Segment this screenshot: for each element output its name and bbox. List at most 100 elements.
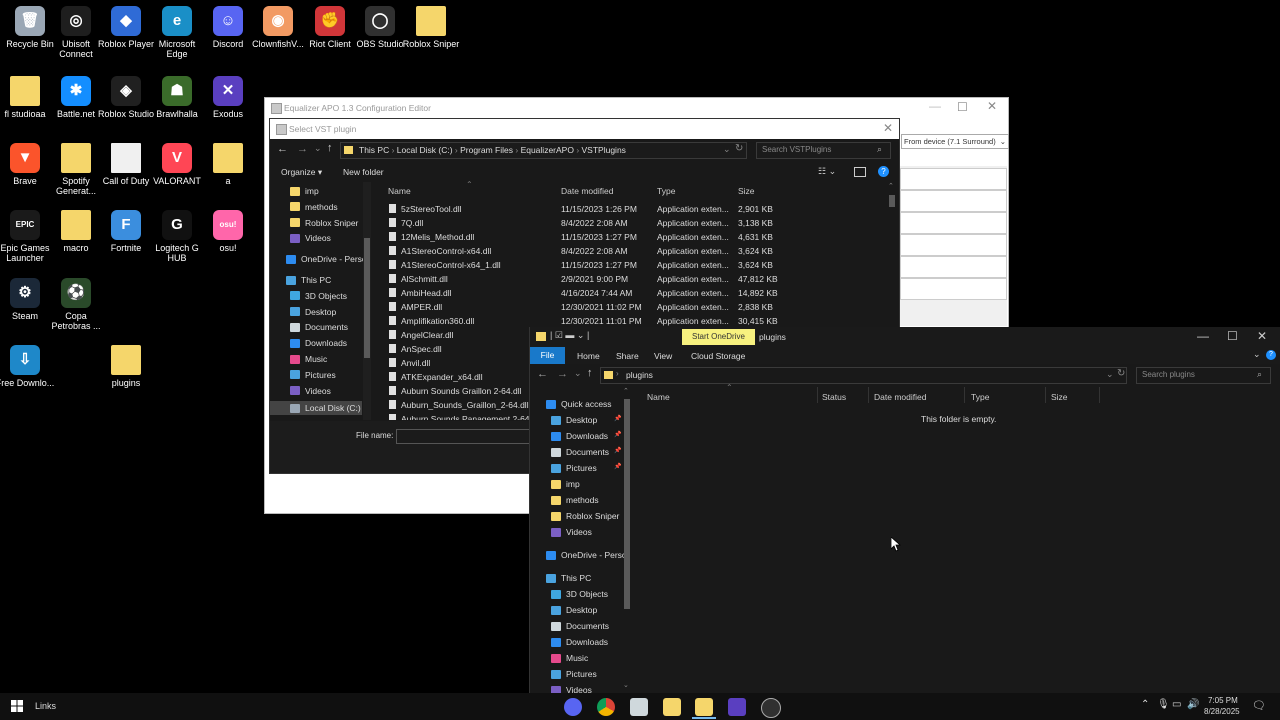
vst-close-button[interactable]: ✕ <box>883 121 893 135</box>
nav-item[interactable]: Downloads <box>551 637 608 647</box>
vst-tree-scrollbar[interactable] <box>363 182 371 420</box>
eq-filter-slot[interactable] <box>900 278 1007 300</box>
windows-start-icon[interactable] <box>11 700 23 715</box>
eq-filter-slot[interactable] <box>900 168 1007 190</box>
nav-item[interactable]: Roblox Sniper <box>551 511 619 521</box>
tree-item[interactable]: Videos <box>290 386 331 396</box>
refresh-icon[interactable]: ↻ <box>1117 368 1125 379</box>
up-arrow-icon[interactable]: ↑ <box>587 367 593 379</box>
scroll-up-icon[interactable]: ⌃ <box>623 387 629 395</box>
column-header-name[interactable]: Name <box>647 392 670 402</box>
quick-access-toolbar[interactable]: | ☑ ▬ ⌄ | <box>550 330 589 341</box>
scrollbar-thumb[interactable] <box>889 195 895 207</box>
recent-chevron-icon[interactable]: ⌄ <box>314 143 322 154</box>
desktop-icon[interactable]: ⚽ Copa Petrobras ... <box>46 272 106 331</box>
tree-item[interactable]: Documents <box>290 322 348 332</box>
column-header-type[interactable]: Type <box>971 392 989 402</box>
forward-arrow-icon[interactable]: → <box>557 368 568 380</box>
file-row[interactable]: A1StereoControl-x64_1.dll 11/15/2023 1:27… <box>380 258 885 272</box>
network-icon[interactable]: ▭ <box>1172 699 1181 710</box>
breadcrumb-item[interactable]: EqualizerAPO <box>521 145 574 155</box>
file-explorer-taskbar-icon[interactable] <box>663 698 681 716</box>
start-onedrive-button[interactable]: Start OneDrive <box>682 329 755 345</box>
recent-chevron-icon[interactable]: ⌄ <box>574 368 582 379</box>
volume-icon[interactable]: 🔊 <box>1187 699 1199 710</box>
file-name-input[interactable] <box>396 429 538 444</box>
obs-taskbar-icon[interactable] <box>761 698 781 718</box>
expand-ribbon-icon[interactable]: ⌄ <box>1253 349 1261 360</box>
nav-item[interactable]: Desktop <box>551 605 597 615</box>
desktop-icon[interactable]: ✕ Exodus <box>198 70 258 119</box>
explorer-nav-scrollbar[interactable]: ⌃ ⌄ <box>623 387 631 693</box>
discord-taskbar-icon[interactable] <box>564 698 582 716</box>
up-arrow-icon[interactable]: ↑ <box>327 142 333 154</box>
breadcrumb-separator[interactable]: › <box>574 145 582 155</box>
view-options-icon[interactable]: ☷ ⌄ <box>818 166 836 177</box>
tree-item[interactable]: Music <box>290 354 327 364</box>
nav-item[interactable]: Videos <box>551 527 592 537</box>
ribbon-tab-share[interactable]: Share <box>616 351 639 361</box>
scroll-up-icon[interactable]: ⌃ <box>888 182 894 190</box>
back-arrow-icon[interactable]: ← <box>537 368 548 380</box>
explorer-address-bar[interactable]: › plugins ⌄ ↻ <box>600 367 1127 384</box>
eq-maximize-button[interactable]: ☐ <box>957 100 968 114</box>
organize-button[interactable]: Organize ▾ <box>281 167 322 178</box>
chrome-taskbar-icon[interactable] <box>597 698 615 716</box>
refresh-icon[interactable]: ↻ <box>735 143 743 154</box>
chevron-down-icon[interactable]: ⌄ <box>723 144 731 155</box>
eq-filter-slot[interactable] <box>900 190 1007 212</box>
desktop-icon[interactable]: plugins <box>96 339 156 388</box>
ribbon-tab-file[interactable]: File <box>530 347 565 364</box>
eq-filter-slot[interactable] <box>900 256 1007 278</box>
ribbon-tab-view[interactable]: View <box>654 351 672 361</box>
tree-item[interactable]: imp <box>290 186 319 196</box>
explorer-minimize-button[interactable]: — <box>1197 329 1209 343</box>
column-header-size[interactable]: Size <box>738 186 755 196</box>
nav-item[interactable]: Downloads 📌 <box>551 431 621 441</box>
eq-device-dropdown[interactable]: From device (7.1 Surround) ⌄ <box>901 134 1009 149</box>
notepad-taskbar-icon[interactable] <box>630 698 648 716</box>
exodus-taskbar-icon[interactable] <box>728 698 746 716</box>
column-header-date-modified[interactable]: Date modified <box>874 392 926 402</box>
nav-item[interactable]: Desktop 📌 <box>551 415 621 425</box>
nav-item[interactable]: Pictures <box>551 669 597 679</box>
breadcrumb-separator[interactable]: › <box>513 145 521 155</box>
vst-address-bar[interactable]: This PC › Local Disk (C:) › Program File… <box>340 142 747 159</box>
file-row[interactable]: A1StereoControl-x64.dll 8/4/2022 2:08 AM A… <box>380 244 885 258</box>
tree-item[interactable]: Pictures <box>290 370 336 380</box>
eq-filter-slot[interactable] <box>900 234 1007 256</box>
vst-search-input[interactable]: Search VSTPlugins <box>762 145 831 154</box>
tree-item[interactable]: OneDrive - Persor <box>286 254 370 264</box>
tree-item[interactable]: methods <box>290 202 338 212</box>
explorer-close-button[interactable]: ✕ <box>1257 329 1267 343</box>
vst-list-scrollbar[interactable]: ⌃ <box>887 182 897 332</box>
file-row[interactable]: AmbiHead.dll 4/16/2024 7:44 AM Application… <box>380 286 885 300</box>
scrollbar-thumb[interactable] <box>364 238 370 358</box>
show-hidden-icons-chevron[interactable]: ⌃ <box>1141 699 1149 710</box>
file-row[interactable]: 5zStereoTool.dll 11/15/2023 1:26 PM Applic… <box>380 202 885 216</box>
desktop-icon[interactable]: osu! osu! <box>198 204 258 253</box>
help-icon[interactable]: ? <box>1266 350 1276 360</box>
desktop-icon[interactable]: a <box>198 137 258 186</box>
nav-item[interactable]: Documents 📌 <box>551 447 621 457</box>
nav-item[interactable]: This PC <box>546 573 591 583</box>
column-header-size[interactable]: Size <box>1051 392 1068 402</box>
file-row[interactable]: 12Melis_Method.dll 11/15/2023 1:27 PM Appl… <box>380 230 885 244</box>
breadcrumb-item[interactable]: Program Files <box>460 145 513 155</box>
breadcrumb-item[interactable]: This PC <box>359 145 389 155</box>
file-row[interactable]: AMPER.dll 12/30/2021 11:02 PM Application … <box>380 300 885 314</box>
ribbon-tab-home[interactable]: Home <box>577 351 600 361</box>
column-header-type[interactable]: Type <box>657 186 675 196</box>
file-row[interactable]: 7Q.dll 8/4/2022 2:08 AM Application exten.… <box>380 216 885 230</box>
clock-time[interactable]: 7:05 PM <box>1208 696 1238 705</box>
back-arrow-icon[interactable]: ← <box>277 143 288 155</box>
breadcrumb-item[interactable]: VSTPlugins <box>582 145 626 155</box>
file-row[interactable]: AlSchmitt.dll 2/9/2021 9:00 PM Application… <box>380 272 885 286</box>
nav-item[interactable]: Pictures 📌 <box>551 463 621 473</box>
desktop-icon[interactable]: ◉ ClownfishV... <box>248 0 308 49</box>
nav-item[interactable]: methods <box>551 495 599 505</box>
tree-item[interactable]: Downloads <box>290 338 347 348</box>
explorer-search-box[interactable]: Search plugins ⌕ <box>1136 367 1271 384</box>
chevron-down-icon[interactable]: ⌄ <box>1106 369 1114 380</box>
tree-item[interactable]: Videos <box>290 233 331 243</box>
